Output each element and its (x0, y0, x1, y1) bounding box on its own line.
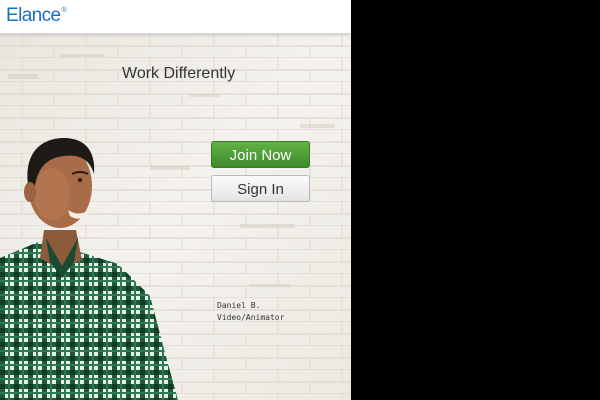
app-screen: Elance® Work Differently Join Now Sign I… (0, 0, 351, 400)
registered-mark: ® (61, 7, 67, 14)
top-bar: Elance® (0, 0, 351, 34)
join-now-button[interactable]: Join Now (211, 141, 310, 168)
photo-caption: Daniel B. Video/Animator (217, 300, 284, 324)
sign-in-button[interactable]: Sign In (211, 175, 310, 202)
person-name: Daniel B. (217, 301, 261, 310)
hero-background (0, 34, 351, 400)
empty-area (351, 0, 600, 400)
person-role: Video/Animator (217, 313, 285, 322)
logo-text: Elance (6, 5, 61, 26)
tagline: Work Differently (122, 65, 236, 82)
elance-logo[interactable]: Elance® (6, 5, 67, 27)
